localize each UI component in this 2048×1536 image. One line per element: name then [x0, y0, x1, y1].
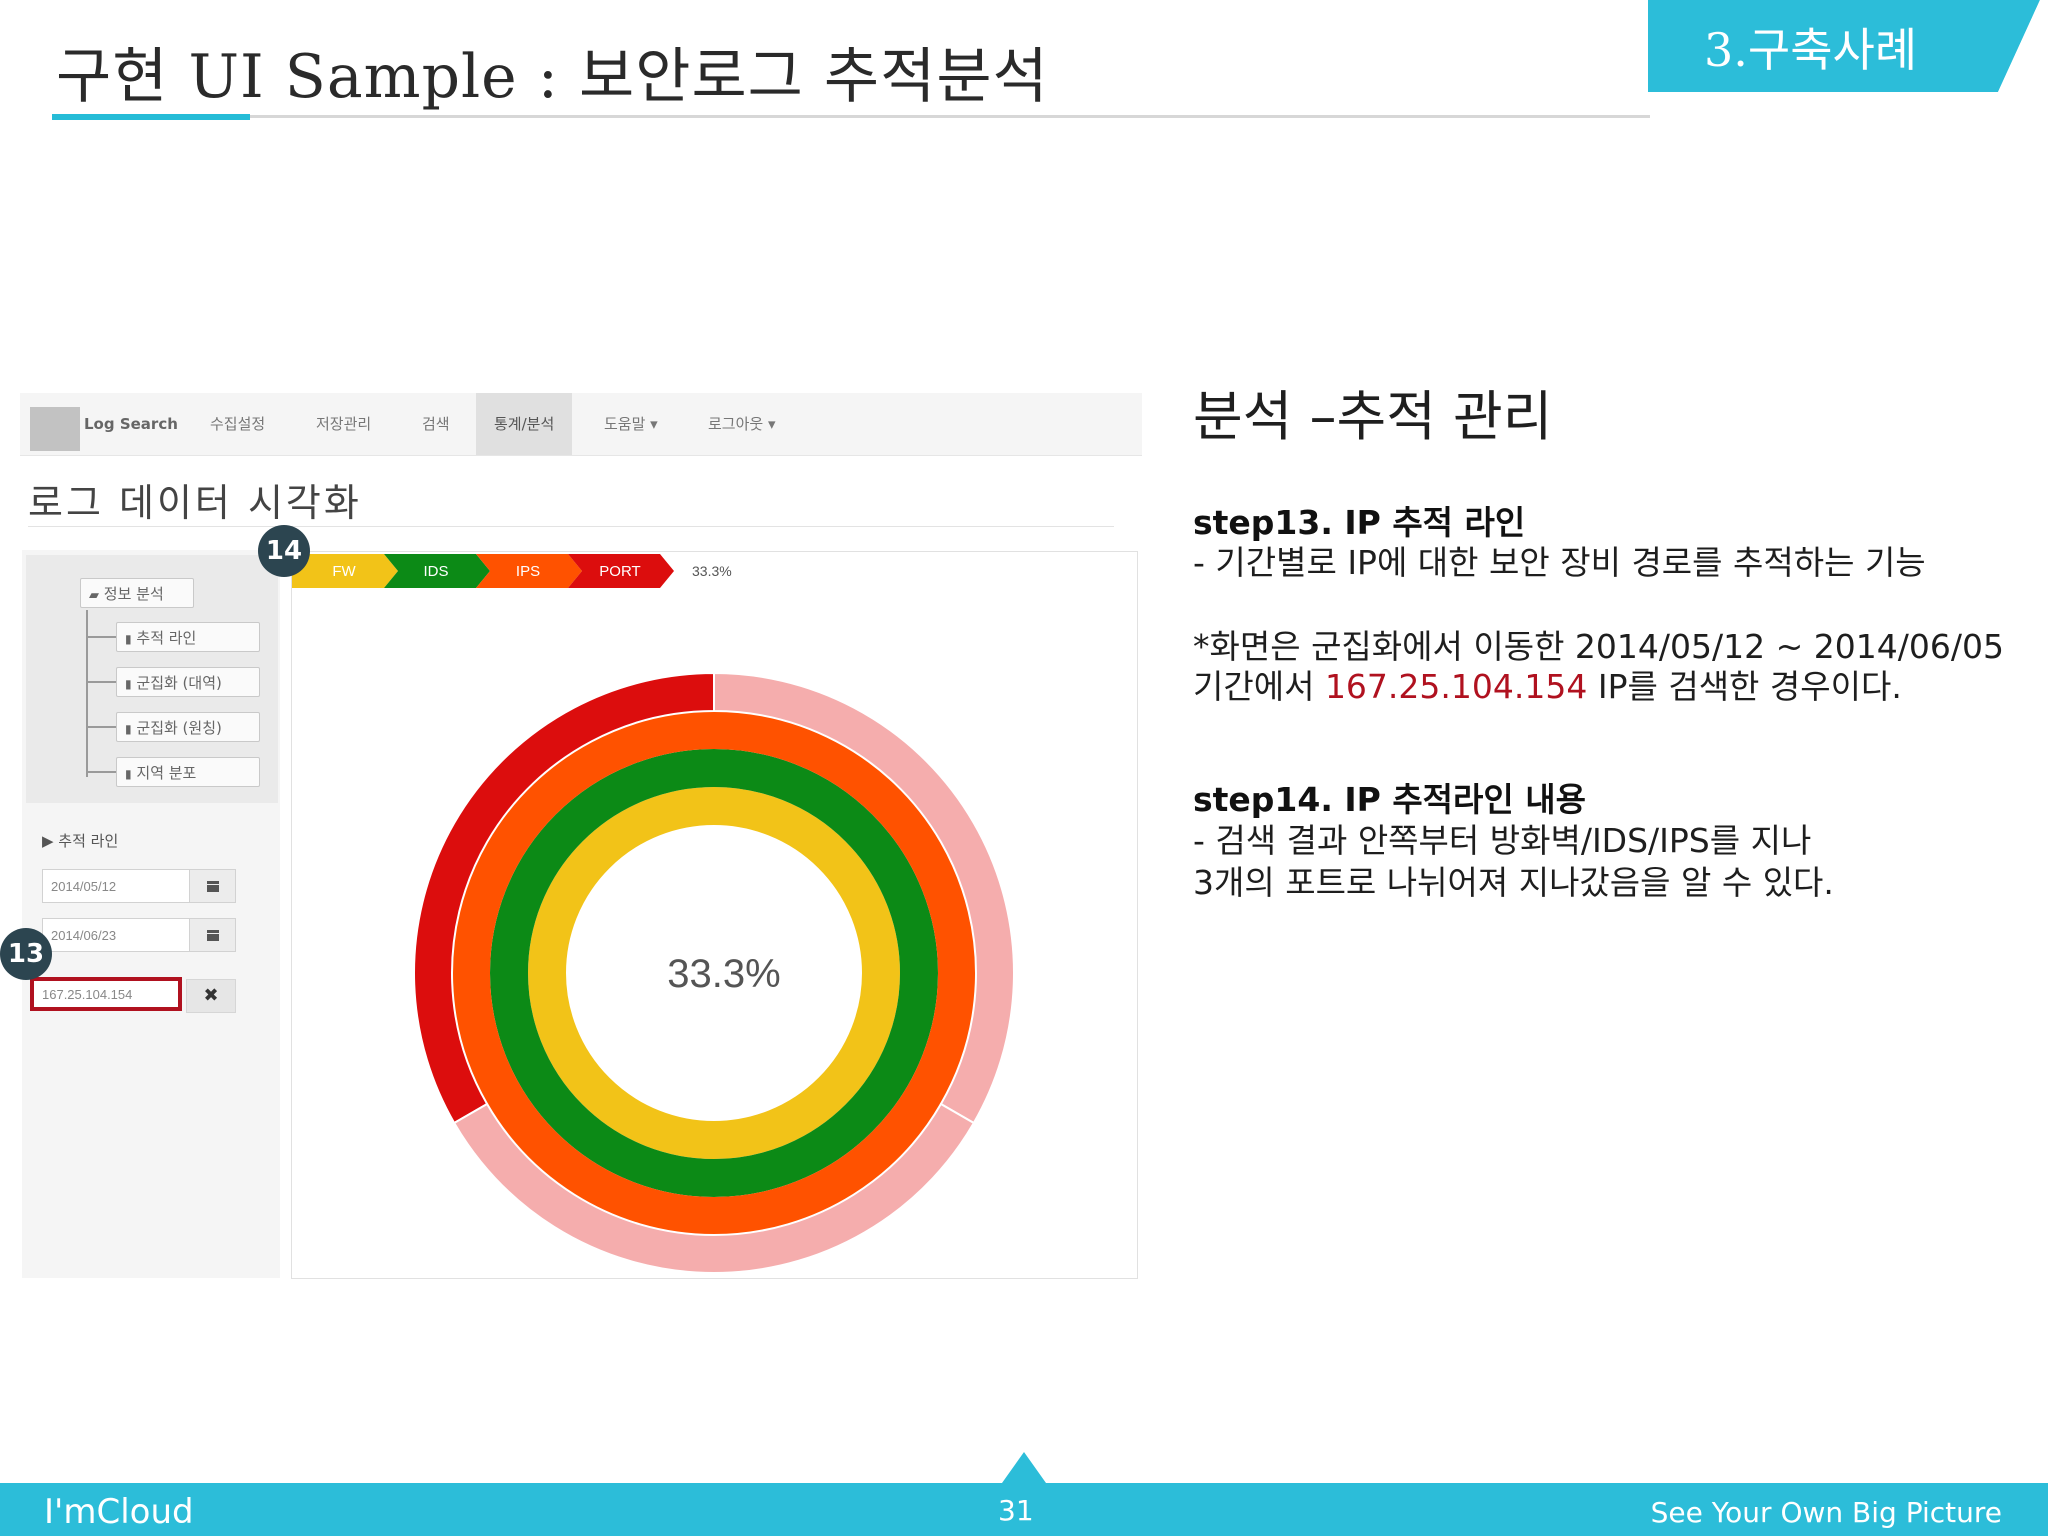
step-marker-14: 14: [258, 525, 310, 577]
note-text: 기간에서: [1193, 667, 1325, 706]
slide-title: 구현 UI Sample : 보안로그 추적분석: [56, 42, 1049, 112]
section-tab: 3.구축사례: [1648, 0, 2040, 92]
sunburst-chart: FW IDS IPS PORT 33.3% 33.3%: [292, 554, 1016, 1275]
view-title: 로그 데이터 시각화: [28, 481, 362, 525]
tree-connector: [86, 681, 116, 683]
step13-description: - 기간별로 IP에 대한 보안 장비 경로를 추적하는 기능: [1193, 543, 1926, 582]
tree-item-cluster-band[interactable]: ▮ 군집화 (대역): [116, 667, 260, 697]
page-number: 31: [998, 1494, 1034, 1527]
nav-item-logout[interactable]: 로그아웃 ▾: [708, 393, 776, 455]
breadcrumb-label-port: PORT: [599, 563, 640, 580]
close-icon: ✖: [203, 985, 219, 1006]
tree-root-analysis[interactable]: ▰ 정보 분석: [80, 578, 194, 608]
section-heading: 분석 –추적 관리: [1193, 385, 1553, 448]
nav-item-search[interactable]: 검색: [422, 393, 450, 455]
calendar-icon: [207, 881, 219, 892]
app-logo: [30, 407, 80, 451]
footer-pointer: [1002, 1452, 1046, 1483]
step14-description: - 검색 결과 안쪽부터 방화벽/IDS/IPS를 지나: [1193, 821, 1812, 860]
app-navbar: Log Search 수집설정 저장관리 검색 통계/분석 도움말 ▾ 로그아웃…: [20, 393, 1142, 456]
tree-item-label: 군집화 (원칭): [136, 719, 222, 737]
breadcrumb-label-ids: IDS: [423, 563, 448, 580]
nav-item-stats[interactable]: 통계/분석: [476, 393, 573, 455]
footer-brand: I'mCloud: [44, 1492, 194, 1532]
folder-icon: ▰: [89, 588, 99, 603]
tree-item-label: 지역 분포: [136, 764, 197, 782]
clear-ip-button[interactable]: ✖: [186, 979, 236, 1013]
file-icon: ▮: [125, 632, 132, 646]
file-icon: ▮: [125, 677, 132, 691]
calendar-icon: [207, 930, 219, 941]
end-date-input[interactable]: [42, 918, 190, 952]
start-date-calendar-button[interactable]: [190, 869, 236, 903]
trace-line-header: ▶ 추적 라인: [42, 832, 119, 850]
title-rule-accent: [52, 114, 250, 120]
view-divider: [28, 526, 1114, 527]
breadcrumb-label-ips: IPS: [516, 563, 540, 580]
tree-root-label: 정보 분석: [103, 585, 164, 603]
tree-item-label: 군집화 (대역): [136, 674, 222, 692]
step-marker-13: 13: [0, 928, 52, 980]
end-date-calendar-button[interactable]: [190, 918, 236, 952]
tree-connector: [86, 636, 116, 638]
tree-item-region[interactable]: ▮ 지역 분포: [116, 757, 260, 787]
section-label: 3.구축사례: [1704, 23, 1918, 77]
nav-item-storage[interactable]: 저장관리: [316, 393, 371, 455]
start-date-input[interactable]: [42, 869, 190, 903]
tree-connector: [86, 771, 116, 773]
step13-note-line2: 기간에서 167.25.104.154 IP를 검색한 경우이다.: [1193, 660, 1902, 708]
title-rule: [52, 115, 1650, 118]
tree-item-trace-line[interactable]: ▮ 추적 라인: [116, 622, 260, 652]
note-text: IP를 검색한 경우이다.: [1587, 667, 1902, 706]
tree-item-label: 추적 라인: [136, 629, 197, 647]
breadcrumb-value: 33.3%: [692, 563, 732, 579]
file-icon: ▮: [125, 722, 132, 736]
file-icon: ▮: [125, 767, 132, 781]
chart-panel: FW IDS IPS PORT 33.3% 33.3%: [291, 551, 1138, 1279]
nav-item-help[interactable]: 도움말 ▾: [604, 393, 658, 455]
nav-brand[interactable]: Log Search: [84, 393, 178, 455]
tree-item-cluster-name[interactable]: ▮ 군집화 (원칭): [116, 712, 260, 742]
highlighted-ip: 167.25.104.154: [1324, 667, 1588, 706]
center-label: 33.3%: [667, 952, 780, 996]
breadcrumb-label-fw: FW: [332, 563, 356, 580]
nav-item-collect-settings[interactable]: 수집설정: [210, 393, 265, 455]
footer-tagline: See Your Own Big Picture: [1650, 1496, 2002, 1529]
tree-connector: [86, 726, 116, 728]
step14-description-line2: 3개의 포트로 나뉘어져 지나갔음을 알 수 있다.: [1193, 863, 1834, 902]
ip-search-input[interactable]: [30, 977, 182, 1011]
